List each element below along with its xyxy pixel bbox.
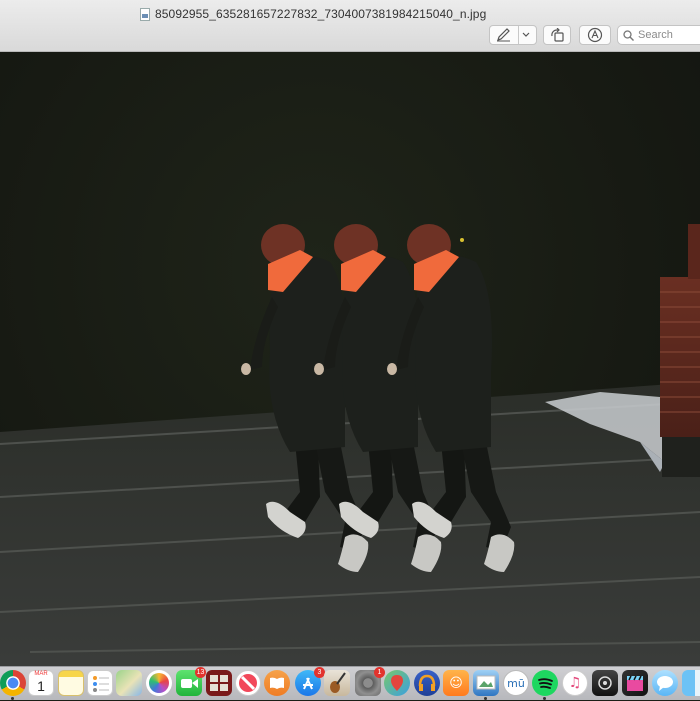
photo-image — [0, 224, 700, 666]
contacts-icon[interactable]: ☺ — [443, 670, 469, 696]
clapper-glyph — [627, 675, 643, 691]
musescore-icon[interactable]: mū — [503, 670, 529, 696]
brick-chimney — [660, 277, 700, 437]
book-glyph — [270, 677, 284, 689]
light-speck — [460, 238, 464, 242]
pin-glyph — [391, 675, 403, 691]
final-cut-icon[interactable] — [622, 670, 648, 696]
app-store-icon[interactable]: 3 — [295, 667, 325, 696]
script-glyph — [598, 676, 612, 690]
chimney-top — [688, 224, 700, 279]
photo-viewer — [0, 52, 700, 666]
markup-button[interactable] — [489, 25, 537, 45]
facetime-badge: 13 — [195, 667, 206, 678]
musescore-glyph: mū — [507, 676, 525, 690]
script-editor-icon[interactable] — [592, 670, 618, 696]
calendar-month: MAR — [34, 671, 48, 677]
photo-booth-glyph — [210, 675, 228, 691]
books-icon[interactable] — [264, 670, 290, 696]
system-preferences-icon[interactable]: 1 — [355, 667, 385, 696]
rotate-button[interactable] — [543, 25, 571, 45]
reminders-icon[interactable] — [87, 670, 113, 696]
spotify-icon[interactable] — [532, 670, 558, 700]
reminders-glyph — [93, 676, 109, 692]
annotate-button[interactable] — [579, 25, 611, 45]
search-icon — [623, 29, 634, 41]
document-icon — [140, 7, 150, 21]
maps-icon[interactable] — [116, 670, 142, 696]
search-field[interactable]: Search — [617, 25, 700, 45]
photos-icon[interactable] — [146, 670, 172, 696]
chrome-icon[interactable] — [0, 670, 26, 700]
facetime-icon[interactable]: 13 — [176, 667, 206, 696]
rotate-icon — [551, 28, 564, 42]
news-icon[interactable] — [235, 670, 261, 696]
toolbar-separator — [518, 26, 519, 44]
calendar-icon[interactable]: MAR 1 — [28, 670, 54, 696]
contact-glyph: ☺ — [449, 675, 463, 691]
news-glyph — [239, 674, 257, 692]
calendar-day: 1 — [37, 678, 45, 694]
speech-bubble-glyph — [657, 676, 673, 691]
photo-booth-icon[interactable] — [206, 670, 232, 696]
annotate-circle-icon — [587, 27, 603, 43]
itunes-icon[interactable]: ♫ — [562, 670, 588, 696]
chevron-down-icon[interactable] — [522, 32, 530, 38]
chimney-base — [662, 437, 700, 477]
maps-pin-icon[interactable] — [384, 670, 410, 696]
preview-glyph — [476, 675, 496, 690]
pen-markup-icon — [497, 28, 510, 42]
dock: MAR 1 13 3 1 ☺ mū ♫ — [0, 666, 700, 700]
finder-icon[interactable] — [682, 670, 700, 696]
guitar-glyph — [330, 672, 346, 693]
spotify-glyph — [538, 678, 553, 689]
messages-icon[interactable] — [652, 670, 678, 696]
window-title: 85092955_635281657227832_730400738198421… — [140, 6, 486, 22]
garageband-icon[interactable] — [324, 670, 350, 696]
photos-flower — [149, 673, 169, 693]
audacity-icon[interactable] — [414, 670, 440, 696]
notes-icon[interactable] — [58, 670, 84, 696]
search-placeholder[interactable]: Search — [638, 29, 673, 41]
window-title-text: 85092955_635281657227832_730400738198421… — [155, 7, 487, 21]
headphones-glyph — [418, 674, 436, 691]
music-note-glyph: ♫ — [568, 675, 582, 691]
window-toolbar: 85092955_635281657227832_730400738198421… — [0, 0, 700, 52]
preview-icon[interactable] — [473, 670, 499, 700]
